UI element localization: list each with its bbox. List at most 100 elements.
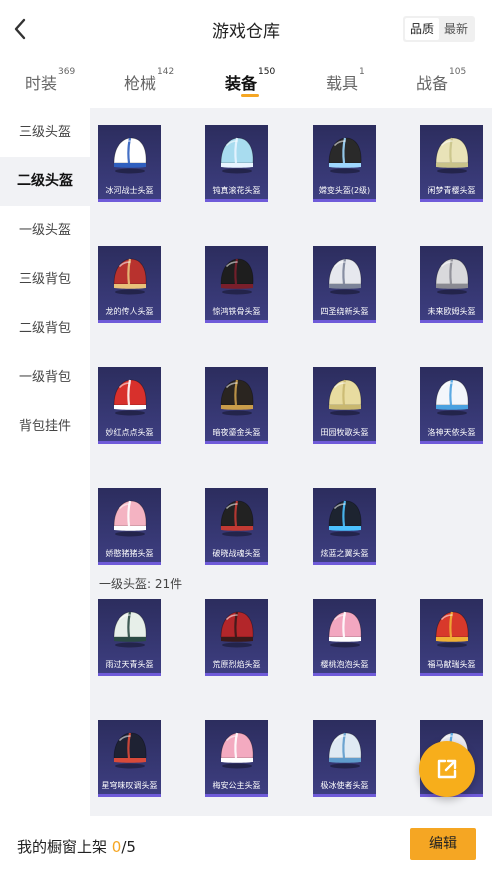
helmet-name: 惊鸿铁骨头盔 <box>212 307 261 316</box>
helmet-name: 田园牧歌头盔 <box>320 428 369 437</box>
helmet-icon <box>220 611 254 648</box>
helmet-card[interactable]: 钝真滚花头盔 <box>205 125 268 202</box>
external-link-icon <box>437 759 457 779</box>
helmet-card[interactable]: 妙红点点头盔 <box>98 367 161 444</box>
helmet-icon <box>220 732 254 769</box>
helmet-icon <box>328 137 362 174</box>
helmet-card[interactable]: 梅安公主头盔 <box>205 720 268 797</box>
showcase-count-total: /5 <box>121 838 136 856</box>
helmet-icon <box>113 379 147 416</box>
tab-label: 装备 <box>225 74 258 93</box>
helmet-icon <box>328 611 362 648</box>
helmet-icon <box>220 379 254 416</box>
sidebar-item-backpack-pendant[interactable]: 背包挂件 <box>0 402 90 451</box>
helmet-icon <box>113 732 147 769</box>
helmet-card[interactable]: 闲梦青樱头盔 <box>420 125 483 202</box>
showcase-text: 我的橱窗上架 <box>17 838 108 856</box>
helmet-icon <box>220 500 254 537</box>
share-button[interactable] <box>419 741 475 797</box>
tab-count: 142 <box>157 67 175 77</box>
helmet-icon <box>113 137 147 174</box>
tab-vehicles[interactable]: 载具1 <box>326 67 365 94</box>
tab-label: 枪械 <box>124 74 157 93</box>
sort-quality-button[interactable]: 品质 <box>405 18 440 40</box>
helmet-card[interactable]: 福马献瑞头盔 <box>420 599 483 676</box>
helmet-card[interactable]: 极冰使者头盔 <box>313 720 376 797</box>
showcase-label: 我的橱窗上架 0/5 <box>17 836 136 857</box>
helmet-name: 破晓战魂头盔 <box>212 549 261 558</box>
helmet-name: 极冰使者头盔 <box>320 781 369 790</box>
header: 游戏仓库 品质 最新 <box>0 0 492 58</box>
helmet-card[interactable]: 惊鸿铁骨头盔 <box>205 246 268 323</box>
helmet-card[interactable]: 樱桃泡泡头盔 <box>313 599 376 676</box>
tab-equipment[interactable]: 装备150 <box>225 67 276 94</box>
helmet-card[interactable]: 冰河战士头盔 <box>98 125 161 202</box>
helmet-card[interactable]: 炫蓝之翼头盔 <box>313 488 376 565</box>
tab-weapons[interactable]: 枪械142 <box>124 67 175 94</box>
helmet-icon <box>113 500 147 537</box>
helmet-name: 洛神天依头盔 <box>427 428 476 437</box>
helmet-name: 嫦变头盔(2级) <box>318 186 371 195</box>
helmet-name: 未来欧姆头盔 <box>427 307 476 316</box>
item-grid: 冰河战士头盔 钝真滚花头盔 嫦变头盔(2级) 闲梦青樱头盔龙的传人头盔 惊鸿铁骨头盔 四圣… <box>90 108 492 816</box>
helmet-card[interactable]: 暗夜鎏金头盔 <box>205 367 268 444</box>
helmet-name: 妙红点点头盔 <box>105 428 154 437</box>
sidebar-item-level3-helmet[interactable]: 三级头盔 <box>0 108 90 157</box>
sidebar-item-level2-helmet[interactable]: 二级头盔 <box>0 157 90 206</box>
sidebar-item-level3-backpack[interactable]: 三级背包 <box>0 255 90 304</box>
edit-button[interactable]: 编辑 <box>410 828 476 860</box>
helmet-icon <box>435 379 469 416</box>
tab-supplies[interactable]: 战备105 <box>416 67 467 94</box>
sidebar-item-level1-helmet[interactable]: 一级头盔 <box>0 206 90 255</box>
helmet-name: 炫蓝之翼头盔 <box>320 549 369 558</box>
tab-count: 105 <box>449 67 467 77</box>
helmet-name: 梅安公主头盔 <box>212 781 261 790</box>
helmet-name: 樱桃泡泡头盔 <box>320 660 369 669</box>
helmet-icon <box>435 611 469 648</box>
helmet-icon <box>328 379 362 416</box>
tab-fashion[interactable]: 时装369 <box>25 67 76 94</box>
sidebar-item-level1-backpack[interactable]: 一级背包 <box>0 353 90 402</box>
helmet-icon <box>328 500 362 537</box>
helmet-name: 钝真滚花头盔 <box>212 186 261 195</box>
helmet-name: 星穹味叹调头盔 <box>101 781 158 790</box>
tab-count: 150 <box>258 67 276 77</box>
helmet-icon <box>113 611 147 648</box>
tab-count: 1 <box>359 67 365 77</box>
helmet-name: 荒原烈焰头盔 <box>212 660 261 669</box>
helmet-name: 闲梦青樱头盔 <box>427 186 476 195</box>
helmet-icon <box>435 258 469 295</box>
category-tabs: 时装369 枪械142 装备150 载具1 战备105 <box>0 58 492 108</box>
helmet-name: 暗夜鎏金头盔 <box>212 428 261 437</box>
helmet-icon <box>328 258 362 295</box>
helmet-card[interactable]: 荒原烈焰头盔 <box>205 599 268 676</box>
active-tab-indicator <box>241 94 259 97</box>
tab-label: 载具 <box>326 74 359 93</box>
bottom-bar: 我的橱窗上架 0/5 编辑 <box>0 816 492 873</box>
tab-label: 时装 <box>25 74 58 93</box>
helmet-card[interactable]: 龙的传人头盔 <box>98 246 161 323</box>
tab-count: 369 <box>58 67 76 77</box>
helmet-name: 冰河战士头盔 <box>105 186 154 195</box>
helmet-card[interactable]: 娇憨猪猪头盔 <box>98 488 161 565</box>
helmet-name: 娇憨猪猪头盔 <box>105 549 154 558</box>
helmet-card[interactable]: 雨过天青头盔 <box>98 599 161 676</box>
tab-label: 战备 <box>416 74 449 93</box>
helmet-card[interactable]: 嫦变头盔(2级) <box>313 125 376 202</box>
sidebar: 三级头盔 二级头盔 一级头盔 三级背包 二级背包 一级背包 背包挂件 <box>0 108 90 816</box>
helmet-card[interactable]: 未来欧姆头盔 <box>420 246 483 323</box>
helmet-card[interactable]: 洛神天依头盔 <box>420 367 483 444</box>
sidebar-item-level2-backpack[interactable]: 二级背包 <box>0 304 90 353</box>
sort-toggle: 品质 最新 <box>403 16 476 42</box>
helmet-card[interactable]: 星穹味叹调头盔 <box>98 720 161 797</box>
helmet-icon <box>220 258 254 295</box>
helmet-icon <box>328 732 362 769</box>
helmet-card[interactable]: 四圣绕新头盔 <box>313 246 376 323</box>
helmet-card[interactable]: 破晓战魂头盔 <box>205 488 268 565</box>
section-label-level1: 一级头盔: 21件 <box>99 577 183 591</box>
showcase-count-current: 0 <box>111 838 122 856</box>
helmet-name: 福马献瑞头盔 <box>427 660 476 669</box>
sort-latest-button[interactable]: 最新 <box>439 18 473 40</box>
helmet-card[interactable]: 田园牧歌头盔 <box>313 367 376 444</box>
helmet-name: 四圣绕新头盔 <box>320 307 369 316</box>
